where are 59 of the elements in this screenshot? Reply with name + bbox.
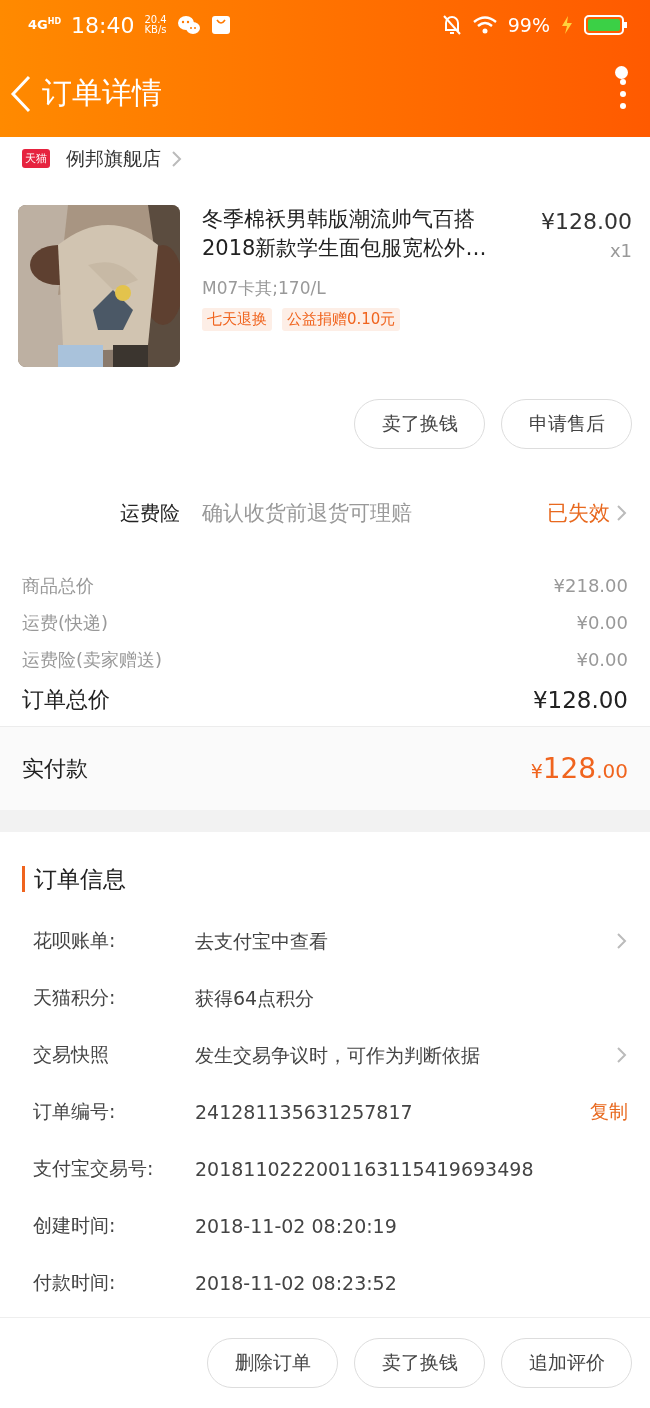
- bell-muted-icon: [441, 14, 462, 36]
- battery-percent: 99%: [507, 14, 550, 36]
- cost-label: 商品总价: [22, 573, 94, 598]
- network-speed: 20.4 KB/s: [144, 14, 167, 36]
- action-button[interactable]: 卖了换钱: [354, 1338, 485, 1388]
- back-button[interactable]: [10, 74, 32, 113]
- product-title[interactable]: 冬季棉袄男韩版潮流帅气百搭2018新款学生面包服宽松外…: [202, 205, 514, 263]
- more-button[interactable]: [618, 76, 628, 111]
- battery-icon: [584, 14, 628, 36]
- info-label: 花呗账单:: [32, 927, 117, 953]
- chevron-right-icon: [171, 149, 183, 168]
- cost-label: 运费(快递): [22, 610, 109, 635]
- info-label: 付款时间:: [32, 1269, 117, 1295]
- info-value: 2018110222001163115419693498: [195, 1156, 535, 1182]
- info-value: 241281135631257817: [195, 1099, 414, 1125]
- info-link[interactable]: 发生交易争议时，可作为判断依据: [195, 1041, 535, 1068]
- info-link[interactable]: 去支付宝中查看: [195, 927, 535, 954]
- payment-label: 实付款: [22, 754, 88, 783]
- product-variant: M07卡其;170/L: [202, 277, 327, 300]
- clock: 18:40: [71, 12, 135, 38]
- wifi-icon: [471, 15, 498, 35]
- more-icon: [618, 76, 628, 111]
- info-value: 2018-11-02 08:23:52: [195, 1270, 398, 1296]
- service-tag: 公益捐赠0.10元: [282, 308, 401, 331]
- back-icon: [10, 74, 32, 113]
- product-price: ¥128.00: [541, 209, 632, 234]
- shopping-bag-icon: [210, 15, 231, 35]
- info-value: 获得64点积分: [195, 985, 316, 1011]
- info-label: 支付宝交易号:: [32, 1155, 155, 1181]
- action-button[interactable]: 删除订单: [207, 1338, 338, 1388]
- store-name[interactable]: 例邦旗舰店: [66, 145, 161, 172]
- chevron-right-icon: [616, 504, 628, 522]
- total-label: 订单总价: [22, 686, 110, 714]
- info-value: 2018-11-02 08:20:19: [195, 1213, 398, 1239]
- chevron-right-icon: [616, 1045, 628, 1064]
- page-title: 订单详情: [42, 74, 163, 112]
- info-label: 订单编号:: [32, 1098, 117, 1124]
- insurance-label: 运费险: [119, 499, 180, 527]
- action-button[interactable]: 申请售后: [501, 399, 632, 449]
- insurance-description: 确认收货前退货可理赔: [202, 500, 413, 527]
- cost-label: 运费险(卖家赠送): [22, 647, 163, 672]
- service-tag: 七天退换: [202, 308, 272, 331]
- payment-amount: ¥128.00: [530, 752, 628, 785]
- total-value: ¥128.00: [532, 687, 628, 713]
- info-label: 交易快照: [32, 1041, 110, 1067]
- product-quantity: x1: [608, 240, 632, 261]
- charging-icon: [560, 15, 574, 35]
- cost-value: ¥0.00: [576, 649, 628, 670]
- section-title: 订单信息: [22, 866, 628, 892]
- action-button[interactable]: 追加评价: [501, 1338, 632, 1388]
- cost-value: ¥218.00: [553, 575, 628, 596]
- chat-icon: [176, 15, 201, 35]
- info-label: 天猫积分:: [32, 984, 117, 1010]
- store-badge: 天猫: [22, 149, 50, 168]
- cost-value: ¥0.00: [576, 612, 628, 633]
- action-button[interactable]: 卖了换钱: [354, 399, 485, 449]
- network-indicator: 4G$^{HD}$: [28, 18, 62, 32]
- info-label: 创建时间:: [32, 1212, 117, 1238]
- chevron-right-icon: [616, 931, 628, 950]
